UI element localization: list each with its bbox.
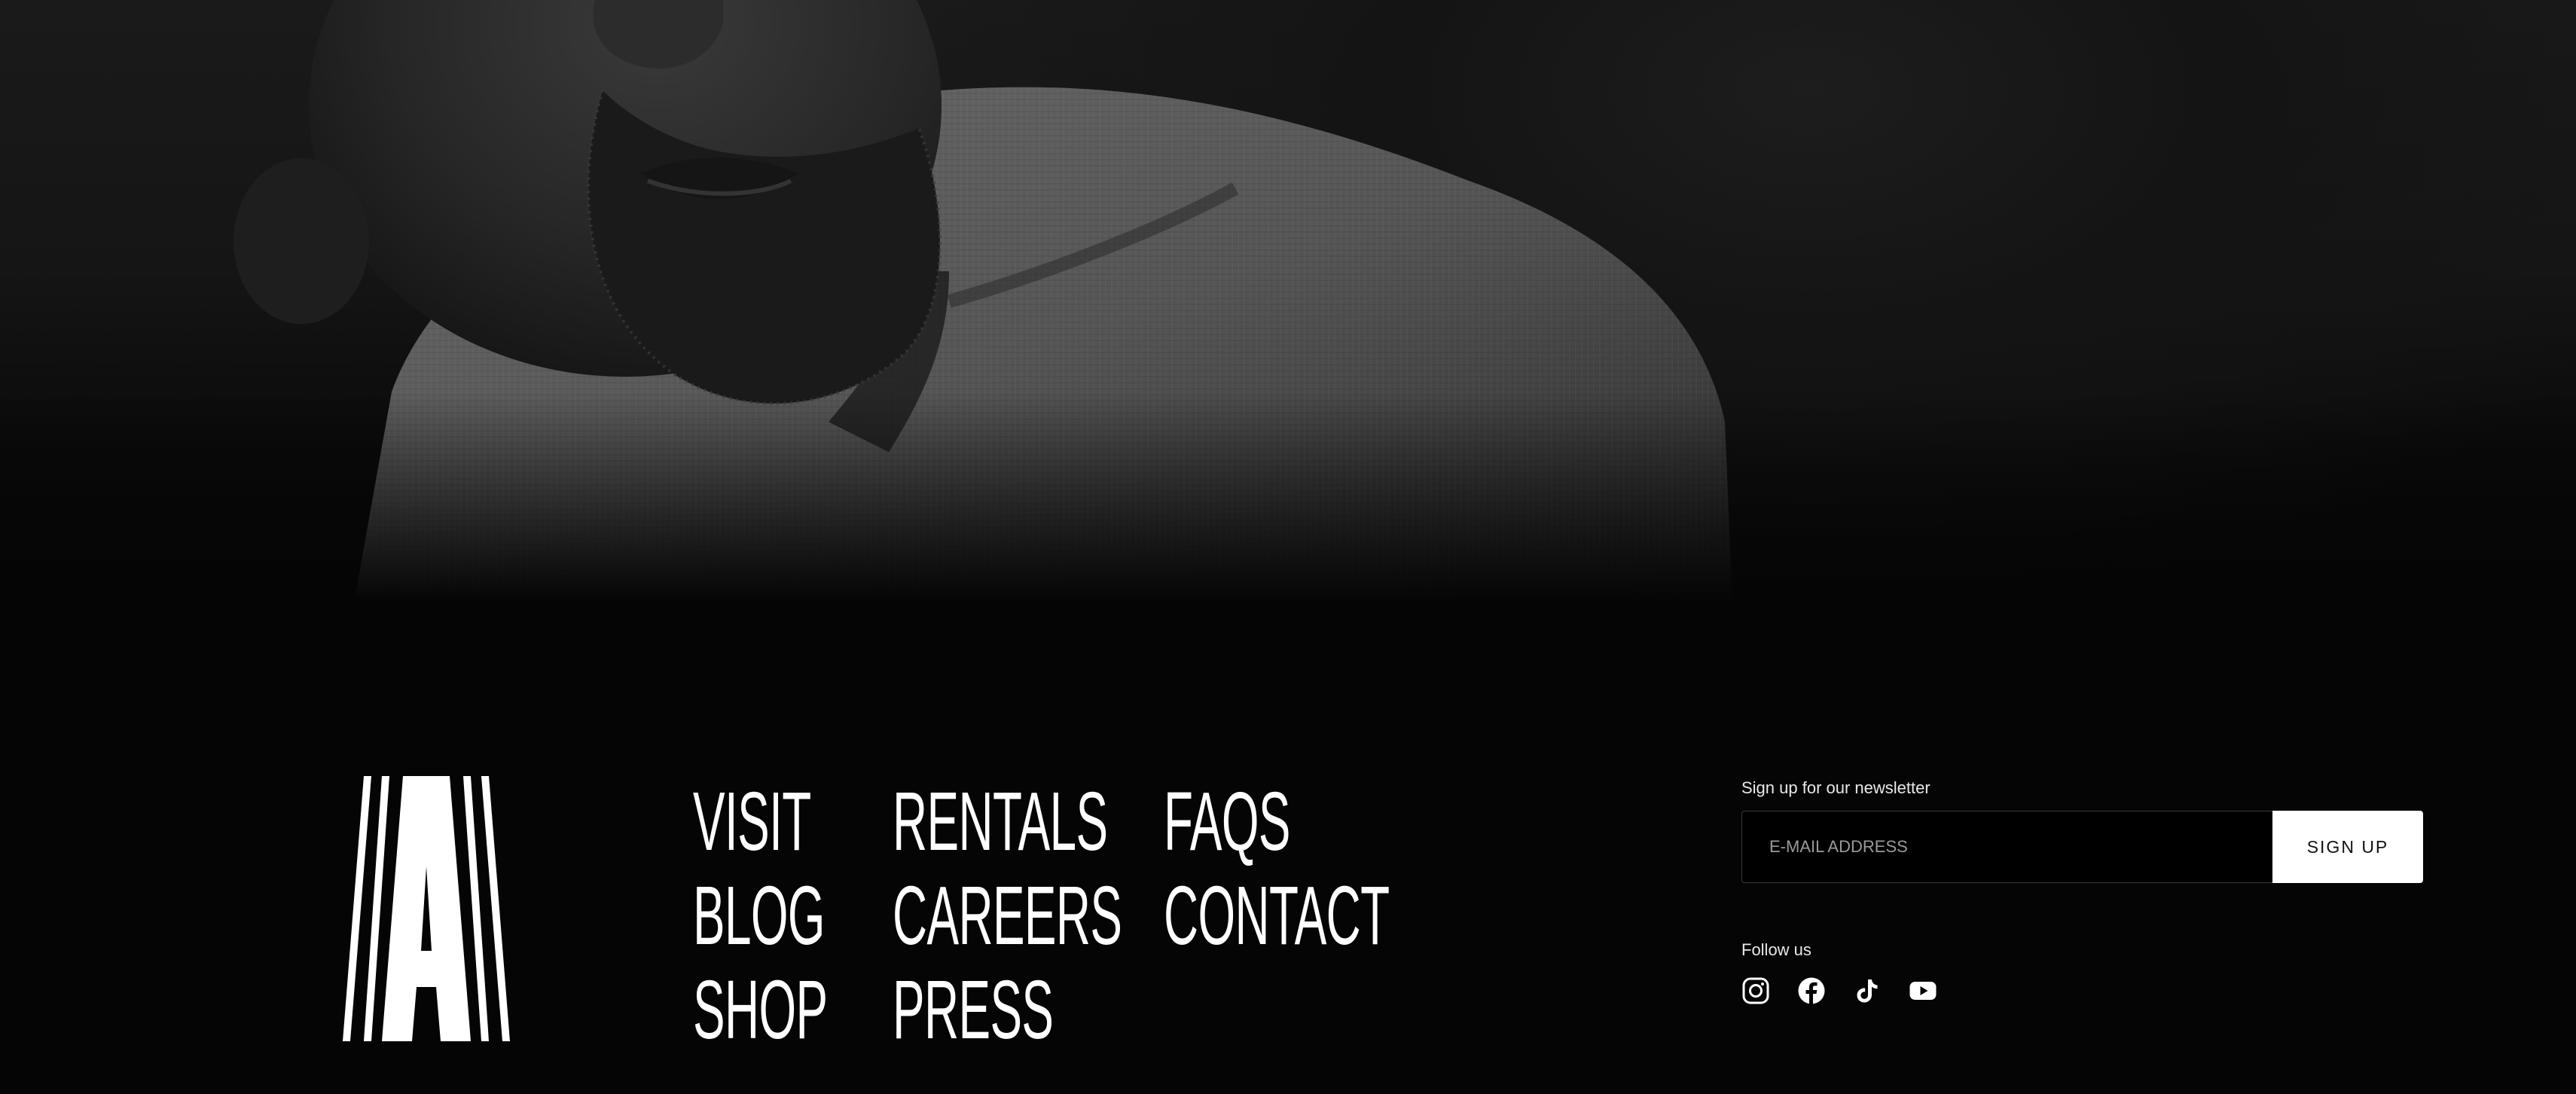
email-field[interactable] [1741, 811, 2272, 883]
tiktok-icon[interactable] [1853, 976, 1882, 1005]
newsletter-form: SIGN UP [1741, 811, 2423, 883]
nav-link-rentals[interactable]: RENTALS [893, 775, 1108, 869]
footer-nav: VISIT RENTALS FAQS BLOG CAREERS CONTACT … [693, 775, 1390, 1057]
nav-link-careers[interactable]: CAREERS [893, 869, 1122, 963]
nav-link-blog[interactable]: BLOG [693, 869, 826, 963]
hero-photo [0, 0, 2576, 603]
nav-link-press[interactable]: PRESS [893, 963, 1054, 1057]
nav-link-faqs[interactable]: FAQS [1164, 775, 1295, 869]
brand-logo[interactable] [343, 776, 510, 1041]
newsletter-signup: Sign up for our newsletter SIGN UP [1741, 778, 2423, 883]
follow-us-label: Follow us [1741, 940, 1811, 959]
page: VISIT RENTALS FAQS BLOG CAREERS CONTACT … [0, 0, 2576, 1094]
facebook-icon[interactable] [1797, 976, 1826, 1005]
sign-up-button[interactable]: SIGN UP [2272, 811, 2423, 883]
youtube-icon[interactable] [1909, 976, 1937, 1005]
nav-link-visit[interactable]: VISIT [693, 775, 811, 869]
nav-link-contact[interactable]: CONTACT [1164, 869, 1390, 963]
site-footer: VISIT RENTALS FAQS BLOG CAREERS CONTACT … [0, 603, 2576, 1094]
newsletter-label: Sign up for our newsletter [1741, 778, 1930, 797]
instagram-icon[interactable] [1741, 976, 1770, 1005]
portrait-illustration [0, 0, 2576, 603]
social-links [1741, 976, 1937, 1005]
nav-link-shop[interactable]: SHOP [693, 963, 828, 1057]
